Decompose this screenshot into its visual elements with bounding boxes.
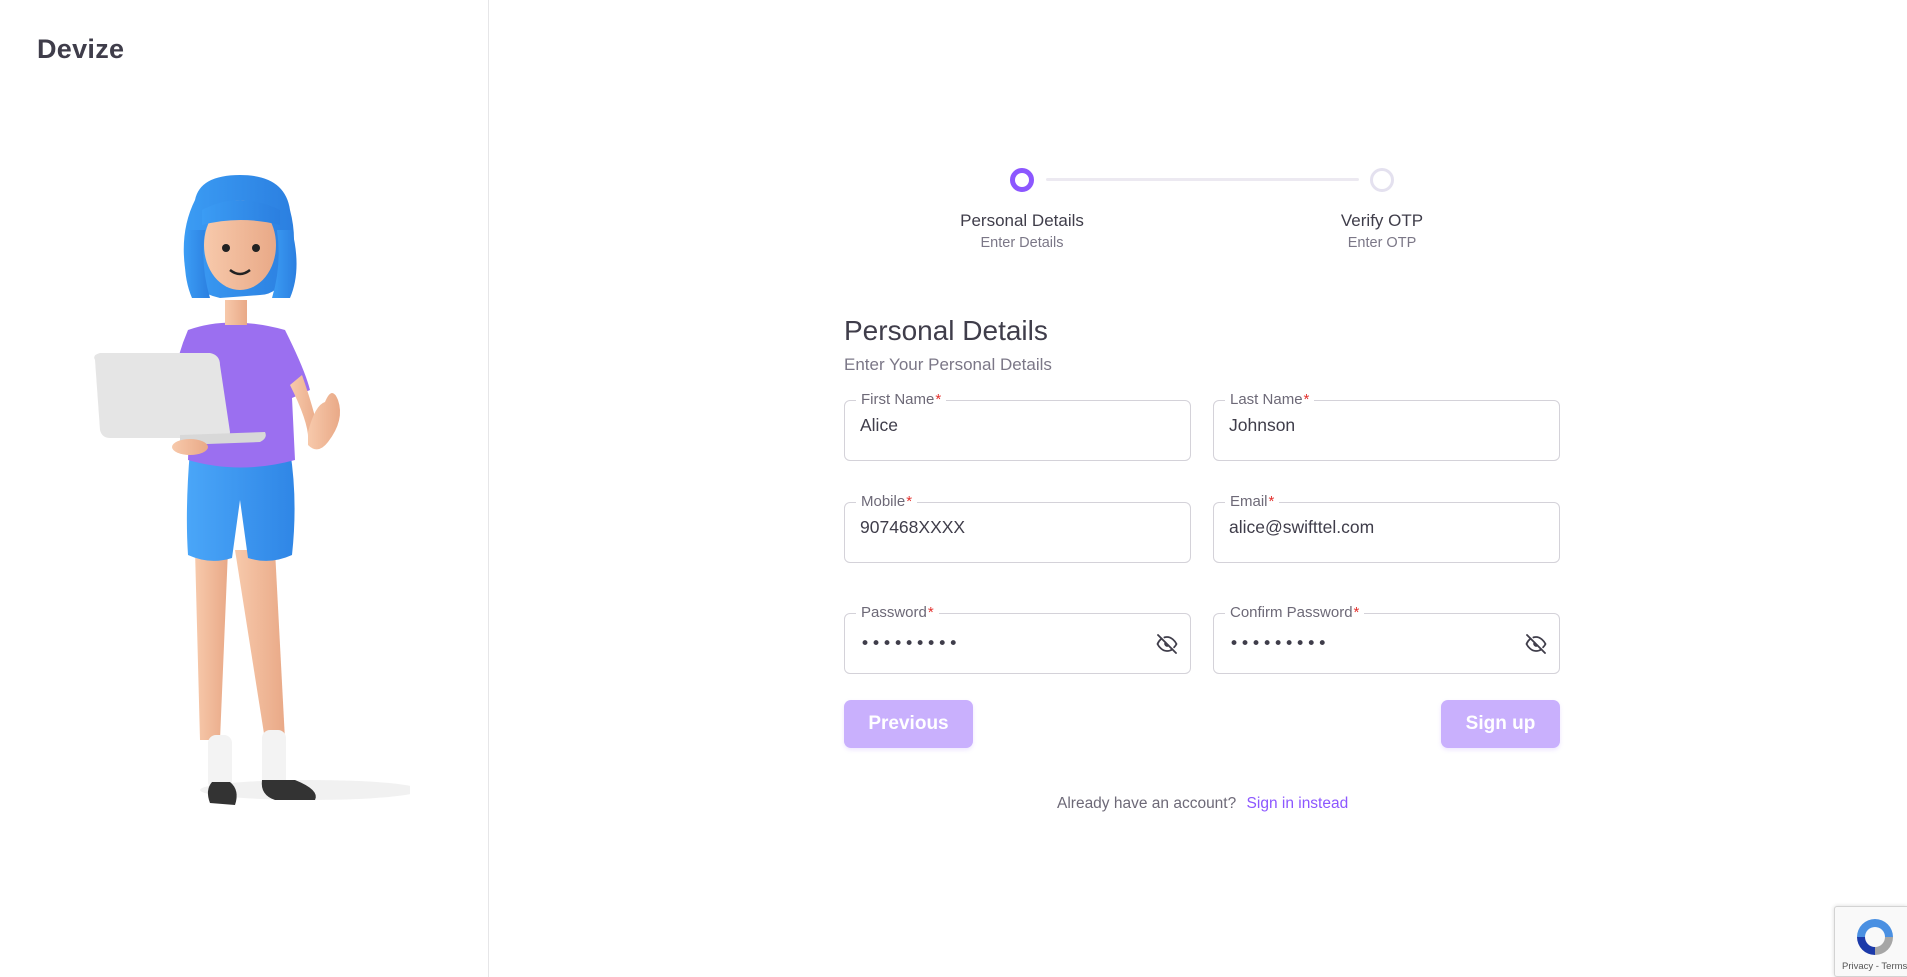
confirm-password-label: Confirm Password* — [1225, 604, 1365, 621]
required-marker: * — [1303, 391, 1310, 408]
last-name-label: Last Name* — [1225, 391, 1315, 408]
last-name-field[interactable]: Last Name* — [1213, 391, 1560, 461]
required-marker: * — [927, 604, 934, 621]
brand-logo[interactable]: Devize — [37, 34, 124, 65]
email-label: Email* — [1225, 493, 1280, 510]
first-name-label: First Name* — [856, 391, 947, 408]
mobile-label: Mobile* — [856, 493, 918, 510]
confirm-password-field[interactable]: Confirm Password* ••••••••• — [1213, 604, 1560, 674]
required-marker: * — [935, 391, 942, 408]
sign-up-button[interactable]: Sign up — [1441, 700, 1560, 748]
step-personal-details-indicator[interactable] — [1010, 168, 1034, 192]
password-input[interactable]: ••••••••• — [860, 634, 959, 654]
left-panel: Devize — [0, 0, 489, 977]
required-marker: * — [1353, 604, 1360, 621]
eye-off-icon[interactable] — [1523, 632, 1549, 656]
password-field[interactable]: Password* ••••••••• — [844, 604, 1191, 674]
recaptcha-icon — [1857, 919, 1893, 955]
mobile-input[interactable] — [860, 517, 1160, 538]
recaptcha-badge[interactable]: Privacy - Terms — [1834, 906, 1907, 977]
email-field[interactable]: Email* — [1213, 493, 1560, 563]
sign-in-link[interactable]: Sign in instead — [1247, 795, 1349, 812]
signup-stepper: Personal Details Enter Details Verify OT… — [930, 160, 1423, 260]
first-name-field[interactable]: First Name* — [844, 391, 1191, 461]
step-personal-details-subtitle: Enter Details — [980, 235, 1064, 251]
required-marker: * — [906, 493, 913, 510]
step-connector — [1046, 178, 1359, 181]
form-title: Personal Details — [844, 315, 1048, 346]
character-illustration — [94, 175, 410, 805]
required-marker: * — [1268, 493, 1275, 510]
signin-prompt-text: Already have an account? — [1057, 795, 1237, 812]
signin-prompt-row: Already have an account? Sign in instead — [1057, 795, 1348, 813]
confirm-password-input[interactable]: ••••••••• — [1229, 634, 1328, 654]
step-verify-otp-title: Verify OTP — [1340, 211, 1424, 230]
recaptcha-links[interactable]: Privacy - Terms — [1842, 961, 1907, 972]
mobile-field[interactable]: Mobile* — [844, 493, 1191, 563]
form-subtitle: Enter Your Personal Details — [844, 355, 1052, 374]
email-input[interactable] — [1229, 517, 1529, 538]
step-verify-otp-indicator[interactable] — [1370, 168, 1394, 192]
step-verify-otp-subtitle: Enter OTP — [1347, 235, 1417, 251]
signup-main — [490, 0, 1907, 977]
step-personal-details-title: Personal Details — [960, 211, 1084, 230]
last-name-input[interactable] — [1229, 415, 1529, 436]
first-name-input[interactable] — [860, 415, 1160, 436]
password-label: Password* — [856, 604, 939, 621]
eye-off-icon[interactable] — [1154, 632, 1180, 656]
previous-button[interactable]: Previous — [844, 700, 973, 748]
